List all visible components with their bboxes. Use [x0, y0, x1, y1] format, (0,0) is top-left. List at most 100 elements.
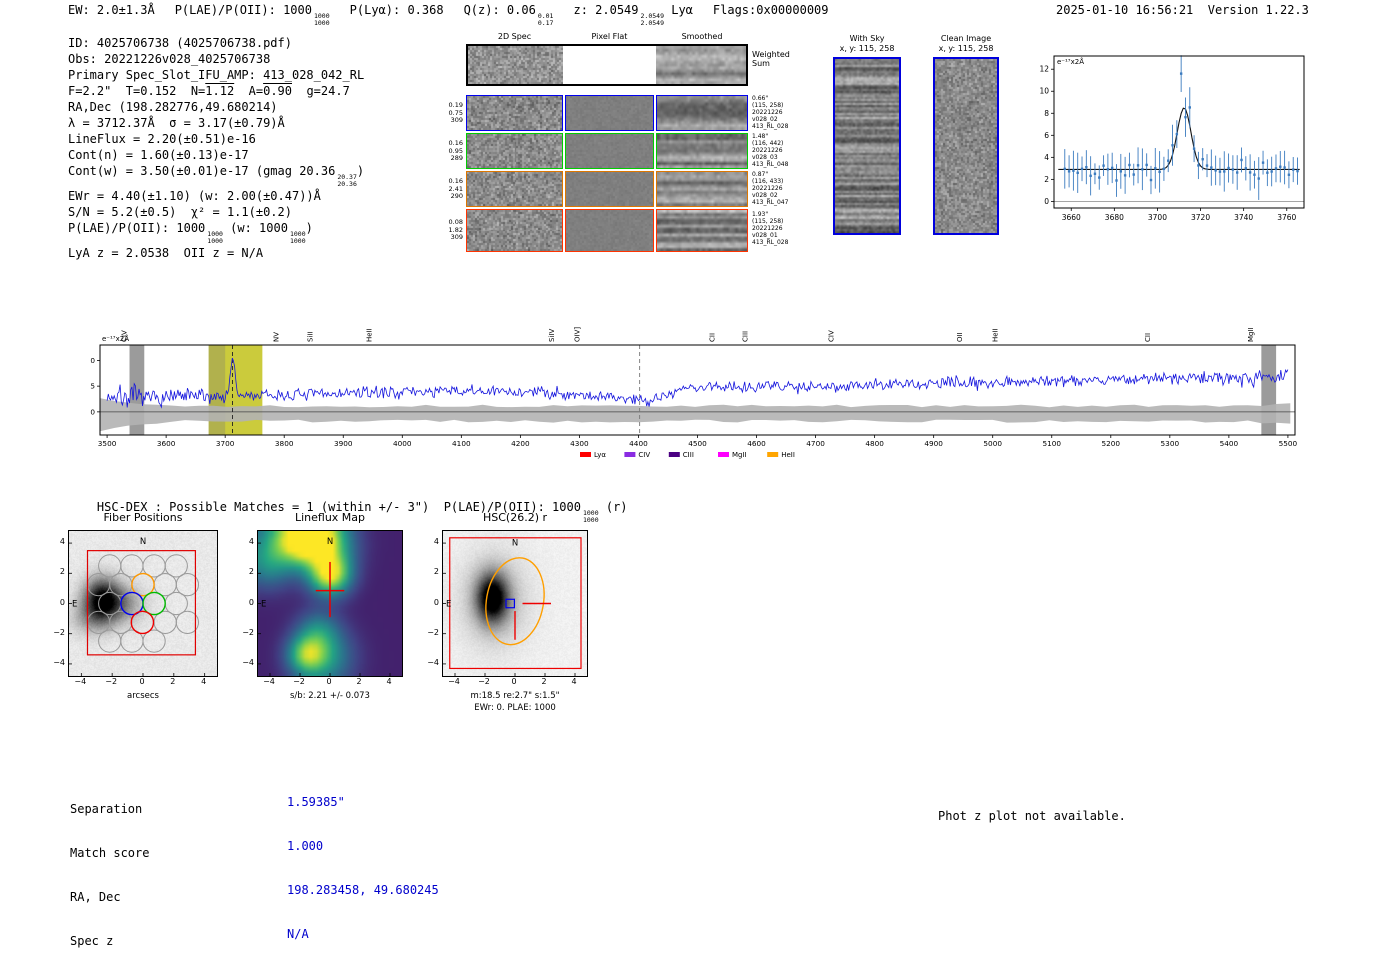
spec2d-row-stats: 0.08 1.82 309 [448, 218, 463, 241]
fiber-positions-overlay: NE [69, 537, 206, 676]
spec2d-row-stats: 0.16 0.95 289 [448, 139, 463, 162]
flat-image [566, 172, 653, 206]
info-radec: RA,Dec (198.282776,49.680214) [68, 100, 278, 114]
spec2d-fiber-row [466, 171, 748, 207]
detection-info-block: ID: 4025706738 (4025706738.pdf) Obs: 202… [68, 35, 364, 261]
fiber-smoothed-image [656, 171, 748, 207]
svg-text:3760: 3760 [1277, 213, 1296, 222]
fiber-2dspec-image [466, 95, 563, 131]
svg-text:4100: 4100 [452, 439, 471, 448]
match-table-values: 1.59385" 1.000 198.283458, 49.680245 N/A… [287, 766, 439, 953]
svg-text:NV: NV [272, 332, 280, 342]
fraction-bottom: 0.17 [537, 19, 554, 27]
match-table-labels: Separation Match score RA, Dec Spec z Ph… [70, 773, 178, 953]
hsc-xlabel: m:18.5 re:2.7" s:1.5" [470, 691, 560, 701]
svg-text:N: N [327, 537, 333, 547]
with-sky-canvas [835, 59, 899, 233]
axis-tick-label: −2 [53, 627, 65, 637]
svg-text:4600: 4600 [747, 439, 766, 448]
svg-text:SiII: SiII [307, 331, 315, 342]
flat-image [566, 134, 653, 168]
fiber-xlabel: arcsecs [127, 691, 159, 701]
axis-tick-label: −4 [448, 677, 460, 686]
axis-tick-label: −2 [242, 627, 254, 637]
p-lya-value: P(Lyα): 0.368 [349, 3, 444, 17]
axis-tick-label: 4 [248, 537, 254, 547]
svg-text:8: 8 [1044, 109, 1049, 118]
full-spectrum-plot: 3500 3600 3700 3800 3900 4000 4100 4200 4300 4400… [90, 327, 1298, 459]
fiber-pixelflat-image [565, 209, 654, 252]
svg-text:4500: 4500 [688, 439, 707, 448]
spec2d-row-info: 1.48" (116, 442) 20221226 v028_03 413_RL_048 [752, 133, 789, 168]
hsc-cutout-title: HSC(26.2) r [482, 511, 548, 524]
svg-text:4300: 4300 [570, 439, 589, 448]
svg-text:N: N [140, 537, 146, 547]
info-wavelength: λ = 3712.37Å σ = 3.17(±0.79)Å [68, 116, 285, 130]
smoothed-image [657, 134, 747, 168]
axis-tick-label: −2 [427, 627, 439, 637]
plae-fraction-2: 1000 1000 [290, 231, 306, 245]
svg-text:5400: 5400 [1220, 439, 1239, 448]
svg-text:4900: 4900 [924, 439, 943, 448]
lineflux-overlay: NE [258, 537, 391, 676]
svg-text:5000: 5000 [983, 439, 1002, 448]
table-row-value: 198.283458, 49.680245 [287, 882, 439, 897]
svg-text:CII: CII [709, 333, 717, 342]
fiber-pixelflat-image [565, 95, 654, 131]
axis-tick-label: 2 [59, 567, 65, 577]
svg-text:CIV: CIV [827, 330, 835, 342]
svg-text:3740: 3740 [1234, 213, 1253, 222]
photz-unavailable-note: Phot z plot not available. [938, 809, 1126, 823]
svg-text:12: 12 [1039, 65, 1049, 74]
svg-text:OIV]: OIV] [573, 327, 581, 342]
svg-text:SiIV: SiIV [548, 329, 556, 342]
hsc-xlabel2: EWr: 0. PLAE: 1000 [474, 703, 556, 713]
fiber-positions-map: NE [68, 530, 218, 677]
info-cont-w: Cont(w) = 3.50(±0.01)e-17 (gmag 20.36 20.… [68, 164, 365, 188]
svg-text:3680: 3680 [1105, 213, 1124, 222]
timestamp-version: 2025-01-10 16:56:21 Version 1.22.3 [1056, 3, 1309, 17]
axis-tick-label: −2 [105, 677, 118, 686]
svg-text:4000: 4000 [393, 439, 412, 448]
svg-text:4800: 4800 [865, 439, 884, 448]
weighted-sum-smoothed-image [656, 46, 746, 84]
plae-fraction: 1000 1000 [314, 13, 330, 27]
svg-text:3660: 3660 [1062, 213, 1081, 222]
axis-tick-label: 2 [433, 567, 439, 577]
info-obs: Obs: 20221226v028_4025706738 [68, 52, 271, 66]
spec2d-row-info: 0.66" (115, 258) 20221226 v028_02 413_RL_028 [752, 95, 789, 130]
fiber-pixelflat-image [565, 171, 654, 207]
svg-text:3600: 3600 [157, 439, 176, 448]
axis-tick-label: −2 [478, 677, 490, 686]
svg-text:5300: 5300 [1161, 439, 1180, 448]
ew-value: EW: 2.0±1.3Å [68, 3, 155, 17]
svg-text:HeII: HeII [366, 328, 374, 342]
info-redshifts: LyA z = 2.0538 OII z = N/A [68, 246, 264, 260]
fiber-2dspec-image [466, 171, 563, 207]
table-row-label: Spec z [70, 933, 114, 948]
table-row-label: Match score [70, 845, 150, 860]
axis-tick-label: −2 [293, 677, 305, 686]
axis-tick-label: 4 [433, 537, 439, 547]
axis-tick-label: 2 [541, 677, 547, 686]
svg-text:4700: 4700 [806, 439, 825, 448]
info-primary-ifu: Primary Spec_Slot_IFU_AMP: 413_028_042_R… [68, 68, 365, 82]
svg-text:Lyα: Lyα [594, 451, 606, 459]
weighted-sum-strip [466, 44, 748, 86]
fraction-bottom: 1000 [313, 19, 330, 27]
svg-text:CIII: CIII [683, 451, 694, 459]
table-row-label: Separation [70, 802, 143, 817]
mean-noise-value: 1.12 [205, 84, 235, 98]
flat-image [566, 210, 653, 251]
plae-fraction-1: 1000 1000 [207, 231, 223, 245]
z-fraction: 2.0549 2.0549 [641, 13, 664, 27]
svg-text:MgII: MgII [1247, 327, 1255, 342]
svg-text:N: N [512, 538, 518, 548]
fiber-2dspec-image [466, 133, 563, 169]
noise-image [467, 96, 562, 130]
axis-tick-label: 0 [511, 677, 517, 686]
svg-text:3700: 3700 [216, 439, 235, 448]
line-type-label: Lyα [671, 3, 693, 17]
qz-value: Q(z): 0.06 0.01 0.17 [463, 3, 554, 27]
lineflux-map: NE [257, 530, 403, 677]
